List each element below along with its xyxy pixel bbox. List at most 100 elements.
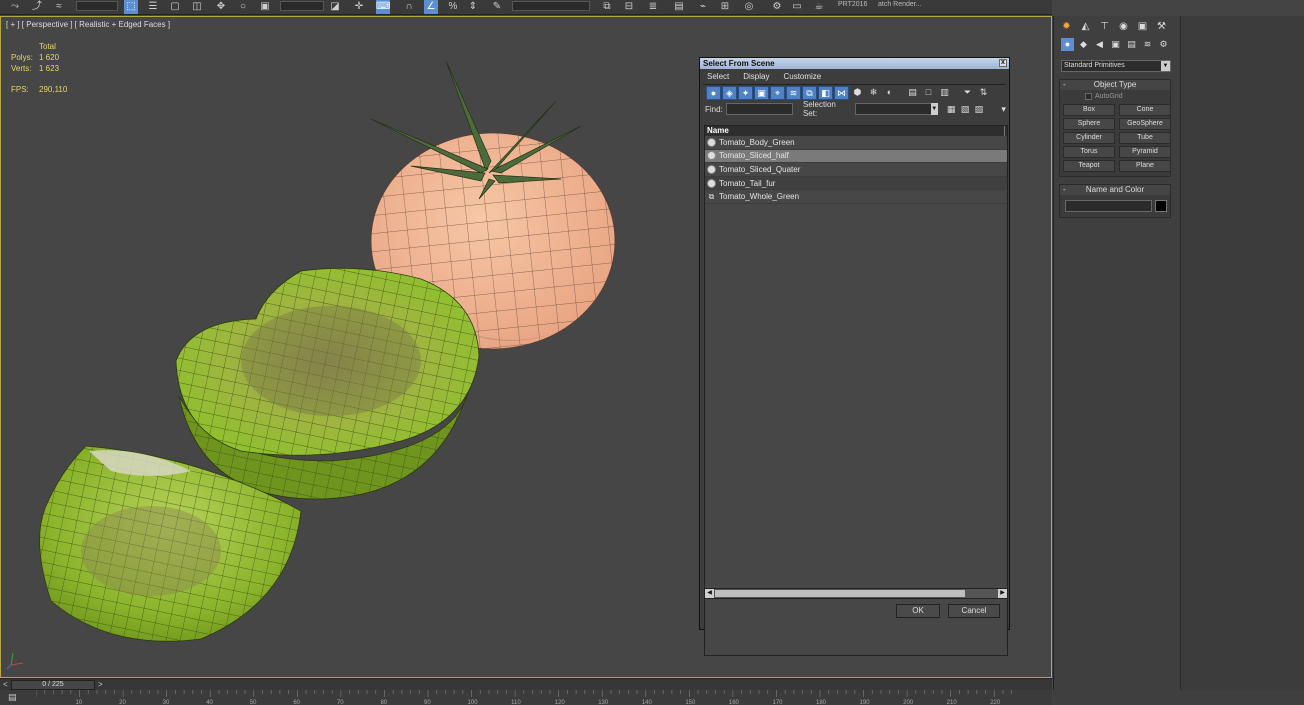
utilities-tab-icon[interactable]: ⚒ — [1154, 19, 1169, 34]
material-editor-icon[interactable]: ◎ — [742, 0, 756, 14]
edit-named-selections-icon[interactable]: ✎ — [490, 0, 504, 14]
display-shapes-icon[interactable]: ◈ — [722, 86, 737, 100]
plane-button[interactable]: Plane — [1119, 160, 1171, 172]
unlink-icon[interactable]: ⤴ — [30, 0, 44, 14]
schematic-view-icon[interactable]: ⊞ — [718, 0, 732, 14]
list-item[interactable]: Tomato_Tail_fur — [705, 176, 1007, 191]
display-xrefs-icon[interactable]: ◧ — [818, 86, 833, 100]
object-type-rollout-header[interactable]: - Object Type — [1060, 80, 1170, 90]
display-bones-icon[interactable]: ⋈ — [834, 86, 849, 100]
curve-editor-icon[interactable]: ⌁ — [696, 0, 710, 14]
torus-button[interactable]: Torus — [1063, 146, 1115, 158]
graphite-tools-icon[interactable]: ▤ — [672, 0, 686, 14]
helpers-icon[interactable]: ▤ — [1125, 38, 1138, 51]
cylinder-button[interactable]: Cylinder — [1063, 132, 1115, 144]
pyramid-button[interactable]: Pyramid — [1119, 146, 1171, 158]
display-containers-icon[interactable]: ⬢ — [850, 86, 865, 100]
geosphere-button[interactable]: GeoSphere — [1119, 118, 1171, 130]
scroll-left-icon[interactable]: ◀ — [705, 589, 714, 598]
display-tab-icon[interactable]: ▣ — [1135, 19, 1150, 34]
motion-tab-icon[interactable]: ◉ — [1116, 19, 1131, 34]
column-name-header[interactable]: Name — [705, 126, 1007, 136]
list-item[interactable]: Tomato_Body_Green — [705, 136, 1007, 150]
systems-icon[interactable]: ⚙ — [1157, 38, 1170, 51]
select-all-icon[interactable]: ▤ — [905, 86, 920, 100]
display-lights-icon[interactable]: ✦ — [738, 86, 753, 100]
layer-manager-icon[interactable]: ≣ — [646, 0, 660, 14]
teapot-button[interactable]: Teapot — [1063, 160, 1115, 172]
link-icon[interactable]: ⤳ — [8, 0, 22, 14]
time-slider-thumb[interactable]: 0 / 225 — [11, 680, 95, 690]
next-frame-icon[interactable]: > — [98, 680, 103, 689]
remove-from-set-icon[interactable]: ▨ — [973, 103, 984, 115]
render-setup-icon[interactable]: ⚙ — [770, 0, 784, 14]
menu-customize[interactable]: Customize — [783, 69, 821, 84]
collapse-icon[interactable]: - — [1063, 185, 1066, 195]
align-icon[interactable]: ⊟ — [622, 0, 636, 14]
display-spacewarps-icon[interactable]: ≋ — [786, 86, 801, 100]
ok-button[interactable]: OK — [896, 604, 940, 618]
tube-button[interactable]: Tube — [1119, 132, 1171, 144]
cone-button[interactable]: Cone — [1119, 104, 1171, 116]
collapse-icon[interactable]: - — [1063, 80, 1066, 90]
time-slider[interactable]: < 0 / 225 > — [0, 678, 1052, 690]
list-item[interactable]: Tomato_Sliced_half — [705, 149, 1007, 164]
move-icon[interactable]: ✥ — [214, 0, 228, 14]
select-manipulate-icon[interactable]: ✛ — [352, 0, 366, 14]
scroll-right-icon[interactable]: ▶ — [998, 589, 1007, 598]
select-invert-icon[interactable]: ▥ — [937, 86, 952, 100]
pivot-icon[interactable]: ◪ — [328, 0, 342, 14]
add-to-set-icon[interactable]: ▧ — [960, 103, 971, 115]
create-selection-set-icon[interactable]: ▦ — [946, 103, 957, 115]
select-by-name-icon[interactable]: ☰ — [146, 0, 160, 14]
cancel-button[interactable]: Cancel — [948, 604, 1000, 618]
percent-snap-icon[interactable]: % — [446, 0, 460, 14]
dialog-title-bar[interactable]: Select From Scene x — [700, 58, 1009, 69]
track-bar[interactable]: ▤ 10 20 30 40 50 60 70 80 90 100 110 120 130 140 150 16… — [0, 690, 1052, 705]
select-object-icon[interactable]: ⬚ — [124, 0, 138, 14]
modify-tab-icon[interactable]: ◭ — [1078, 19, 1093, 34]
sync-selection-icon[interactable]: ⇅ — [976, 86, 991, 100]
mirror-icon[interactable]: ⧉ — [600, 0, 614, 14]
rendered-frame-icon[interactable]: ▭ — [790, 0, 804, 14]
spacewarps-icon[interactable]: ≋ — [1141, 38, 1154, 51]
track-bar-menu-icon[interactable]: ▤ — [8, 692, 17, 703]
menu-display[interactable]: Display — [743, 69, 769, 84]
name-and-color-rollout-header[interactable]: - Name and Color — [1060, 185, 1170, 195]
bind-spacewarp-icon[interactable]: ≈ — [52, 0, 66, 14]
selection-filter-dropdown[interactable] — [76, 1, 118, 11]
category-dropdown[interactable]: Standard Primitives ▼ — [1061, 60, 1171, 72]
close-icon[interactable]: x — [999, 59, 1007, 67]
options-chevron-icon[interactable]: ▾ — [998, 103, 1009, 115]
rotate-icon[interactable]: ○ — [236, 0, 250, 14]
chevron-down-icon[interactable]: ▼ — [1161, 61, 1170, 71]
spinner-snap-icon[interactable]: ⇕ — [466, 0, 480, 14]
object-color-swatch[interactable] — [1155, 200, 1167, 212]
menu-select[interactable]: Select — [707, 69, 729, 84]
scale-icon[interactable]: ▣ — [258, 0, 272, 14]
selection-set-dropdown[interactable]: ▼ — [854, 103, 938, 115]
prev-frame-icon[interactable]: < — [3, 680, 8, 689]
cameras-icon[interactable]: ▣ — [1109, 38, 1122, 51]
angle-snap-icon[interactable]: ∠ — [424, 0, 438, 14]
lights-icon[interactable]: ◀ — [1093, 38, 1106, 51]
autogrid-checkbox[interactable]: AutoGrid — [1060, 90, 1170, 102]
find-input[interactable] — [725, 103, 793, 115]
scrollbar-thumb[interactable] — [715, 590, 965, 597]
batch-render-label[interactable]: atch Render... — [878, 0, 922, 10]
display-hidden-icon[interactable]: ◐ — [882, 86, 897, 100]
viewport-label[interactable]: [ + ] [ Perspective ] [ Realistic + Edge… — [6, 20, 170, 29]
checkbox-icon[interactable] — [1085, 92, 1092, 100]
hierarchy-tab-icon[interactable]: ⊤ — [1097, 19, 1112, 34]
list-item[interactable]: Tomato_Sliced_Quater — [705, 163, 1007, 177]
reference-coord-dropdown[interactable] — [280, 1, 324, 11]
object-name-input[interactable] — [1065, 200, 1153, 212]
select-none-icon[interactable]: □ — [921, 86, 936, 100]
display-groups-icon[interactable]: ⧉ — [802, 86, 817, 100]
display-frozen-icon[interactable]: ❄ — [866, 86, 881, 100]
snap-toggle-icon[interactable]: ∩ — [402, 0, 416, 14]
list-item[interactable]: ⧉ Tomato_Whole_Green — [705, 190, 1007, 204]
window-crossing-icon[interactable]: ◫ — [190, 0, 204, 14]
horizontal-scrollbar[interactable]: ◀ ▶ — [704, 588, 1008, 599]
geometry-icon[interactable]: ● — [1061, 37, 1074, 51]
